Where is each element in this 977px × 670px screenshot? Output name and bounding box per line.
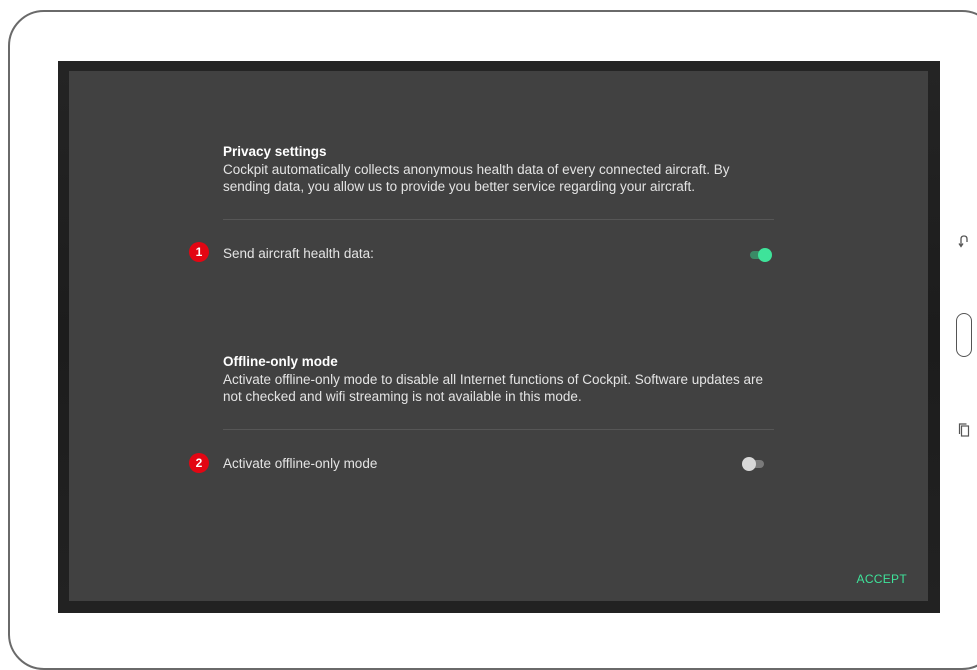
privacy-section: Privacy settings Cockpit automatically c… <box>223 143 775 195</box>
send-health-data-label: Send aircraft health data: <box>223 246 374 261</box>
privacy-divider <box>223 219 774 220</box>
accept-button[interactable]: ACCEPT <box>857 572 907 586</box>
send-health-data-toggle[interactable] <box>748 248 772 262</box>
offline-title: Offline-only mode <box>223 354 338 369</box>
privacy-description: Cockpit automatically collects anonymous… <box>223 162 730 194</box>
privacy-badge: 1 <box>189 242 209 262</box>
toggle-thumb <box>758 248 772 262</box>
back-icon[interactable] <box>957 234 969 253</box>
toggle-thumb <box>742 457 756 471</box>
privacy-dialog: Privacy settings Cockpit automatically c… <box>69 71 928 601</box>
offline-section: Offline-only mode Activate offline-only … <box>223 353 775 405</box>
screen: Privacy settings Cockpit automatically c… <box>58 61 940 613</box>
recents-icon[interactable] <box>958 423 970 442</box>
privacy-title: Privacy settings <box>223 144 327 159</box>
home-button[interactable] <box>956 313 972 357</box>
offline-badge: 2 <box>189 453 209 473</box>
offline-mode-toggle[interactable] <box>742 457 766 471</box>
offline-mode-label: Activate offline-only mode <box>223 456 378 471</box>
offline-description: Activate offline-only mode to disable al… <box>223 372 764 404</box>
offline-divider <box>223 429 774 430</box>
